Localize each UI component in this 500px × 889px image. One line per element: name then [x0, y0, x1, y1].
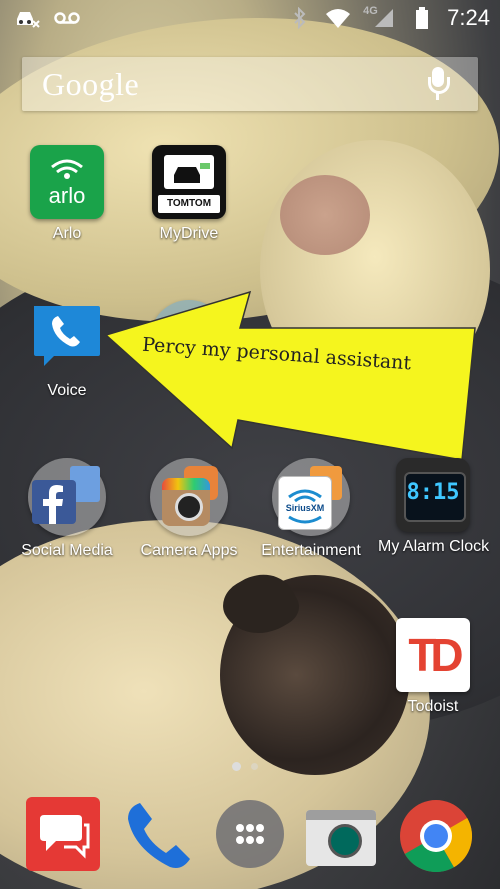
- clock: 7:24: [447, 5, 490, 30]
- app-label: Todoist: [407, 698, 459, 715]
- chrome-icon[interactable]: [398, 798, 478, 878]
- wifi-icon: [325, 7, 351, 29]
- microphone-icon[interactable]: [426, 67, 450, 101]
- siriusxm-icon: SiriusXM: [278, 476, 332, 530]
- app-label: Social Media: [21, 542, 113, 559]
- folder-icon: [150, 458, 228, 536]
- alarm-clock-icon: 8:15: [396, 458, 470, 532]
- todoist-icon: TD: [396, 618, 470, 692]
- battery-icon: [409, 7, 435, 29]
- folder-camera-apps[interactable]: Camera Apps: [134, 458, 244, 560]
- status-bar[interactable]: 4G 7:24: [0, 0, 500, 36]
- facebook-icon: [32, 480, 76, 524]
- page-dot-active: [232, 762, 241, 771]
- voicemail-icon: [54, 7, 80, 29]
- app-arlo[interactable]: arlo Arlo: [12, 145, 122, 243]
- google-search-bar[interactable]: Google: [22, 57, 478, 111]
- app-label: Arlo: [52, 225, 82, 242]
- home-screen: 4G 7:24 Google arlo Arlo TOMTOM MyDrive …: [0, 0, 500, 889]
- todoist-icon-text: TD: [408, 629, 463, 681]
- folder-social-media[interactable]: Social Media: [12, 458, 122, 560]
- app-label: My Alarm Clock: [378, 538, 490, 555]
- alarm-clock-icon-text: 8:15: [406, 480, 460, 505]
- app-drawer-icon[interactable]: [216, 800, 296, 880]
- phone-icon[interactable]: [118, 797, 198, 877]
- app-todoist[interactable]: TD Todoist: [378, 618, 488, 716]
- page-indicator[interactable]: [232, 762, 258, 771]
- app-my-alarm-clock[interactable]: 8:15 My Alarm Clock: [378, 458, 490, 556]
- folder-entertainment[interactable]: SiriusXM Entertainment: [256, 458, 366, 560]
- messaging-icon[interactable]: [26, 797, 106, 877]
- app-label: Camera Apps: [140, 542, 238, 559]
- app-label: MyDrive: [159, 225, 219, 242]
- bluetooth-icon: [287, 7, 313, 29]
- siriusxm-icon-text: SiriusXM: [285, 503, 325, 513]
- app-label: Entertainment: [261, 542, 361, 559]
- arlo-icon-text: arlo: [48, 183, 86, 208]
- annotation-arrow: [104, 290, 476, 461]
- network-type: 4G: [363, 5, 378, 17]
- camera-icon[interactable]: [306, 804, 386, 884]
- wallpaper-dog-ear: [280, 175, 370, 255]
- car-notification-icon: [14, 7, 40, 29]
- instagram-icon: [162, 478, 210, 526]
- tomtom-icon-text: TOMTOM: [166, 198, 212, 209]
- page-dot: [251, 763, 258, 770]
- tomtom-icon: TOMTOM: [152, 145, 226, 219]
- cellular-signal-icon: 4G: [363, 5, 397, 29]
- search-brand: Google: [42, 65, 140, 102]
- folder-icon: [28, 458, 106, 536]
- folder-icon: SiriusXM: [272, 458, 350, 536]
- app-mydrive[interactable]: TOMTOM MyDrive: [134, 145, 244, 243]
- arlo-icon: arlo: [30, 145, 104, 219]
